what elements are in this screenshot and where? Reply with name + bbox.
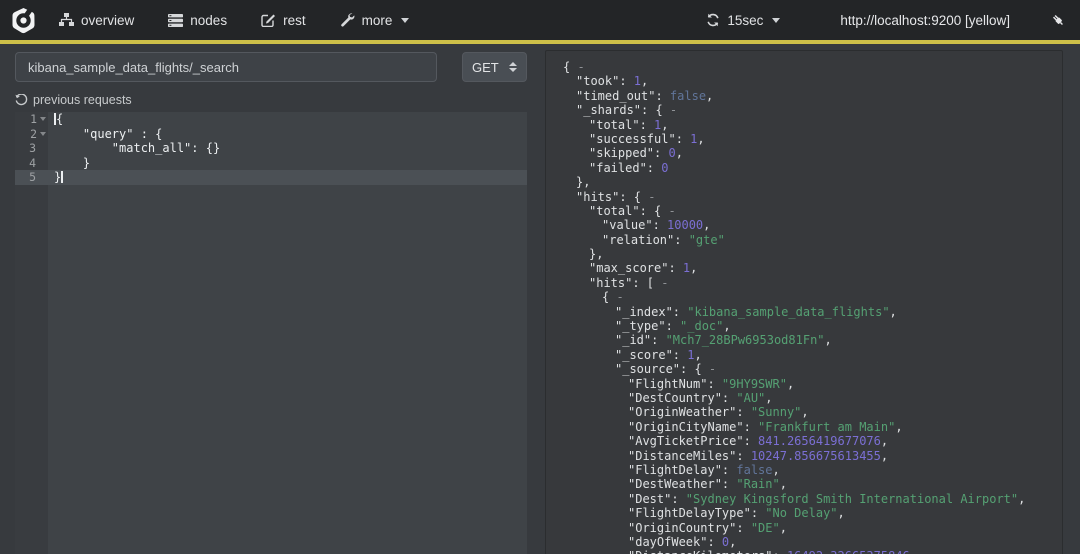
chevron-down-icon — [401, 17, 410, 23]
editor-line-text: } — [54, 155, 91, 170]
response-line: "Dest": "Sydney Kingsford Smith Internat… — [628, 491, 1026, 506]
response-line: "FlightNum": "9HY9SWR", — [628, 376, 795, 391]
response-panel[interactable]: { - "took": 1, "timed_out": false, "_shards… — [545, 50, 1063, 554]
disconnect-button[interactable] — [1050, 12, 1066, 28]
previous-requests-link[interactable]: previous requests — [15, 93, 132, 107]
editor-line-text: { — [54, 112, 64, 126]
method-select-value: GET — [472, 59, 499, 75]
response-line: "relation": "gte" — [602, 232, 725, 247]
editor-line-text: "query" : { — [54, 126, 163, 141]
editor-line-number: 1 — [15, 112, 48, 127]
nav-item-label: rest — [283, 12, 306, 28]
editor-line-number: 4 — [29, 155, 36, 170]
response-line: { - — [563, 60, 585, 74]
response-line: "DistanceMiles": 10247.856675613455, — [628, 448, 889, 463]
sitemap-icon — [59, 13, 74, 27]
response-body: { - "took": 1, "timed_out": false, "_shards… — [563, 60, 1062, 554]
response-line: "OriginWeather": "Sunny", — [628, 405, 809, 420]
text-cursor — [61, 171, 64, 183]
response-line: "max_score": 1, — [589, 261, 698, 276]
plug-icon — [1052, 14, 1063, 25]
response-line: "_score": 1, — [615, 347, 702, 362]
editor-line: 3 "match_all": {} — [15, 141, 527, 156]
response-line: "_index": "kibana_sample_data_flights", — [615, 304, 897, 319]
response-line: "dayOfWeek": 0, — [628, 534, 737, 549]
previous-requests-label: previous requests — [33, 93, 132, 107]
history-icon — [15, 93, 28, 107]
cluster-host-status[interactable]: http://localhost:9200 [yellow] — [840, 13, 1010, 28]
cerebro-logo-icon — [12, 7, 35, 33]
response-line: "failed": 0 — [589, 160, 669, 175]
refresh-icon — [706, 13, 720, 27]
response-line: "DestCountry": "AU", — [628, 390, 773, 405]
response-line: }, — [589, 247, 604, 262]
editor-line: 5} — [15, 170, 527, 185]
response-line: "_shards": { - — [576, 103, 678, 118]
response-line: "OriginCityName": "Frankfurt am Main", — [628, 419, 903, 434]
response-line: "hits": { - — [576, 189, 656, 204]
editor-line-text: } — [54, 170, 64, 184]
response-line: "total": 1, — [589, 117, 669, 132]
rest-page: GET previous requests 1{2 "query" : {3 "… — [0, 44, 1080, 554]
nav-item-label: overview — [81, 12, 135, 28]
editor-line-number: 5 — [29, 170, 36, 184]
wrench-icon — [340, 13, 355, 27]
response-line: "AvgTicketPrice": 841.2656419677076, — [628, 434, 889, 449]
response-line: "FlightDelay": false, — [628, 462, 780, 477]
response-line: "_id": "Mch7_28BPw6953od81Fn", — [615, 333, 832, 348]
editor-line-text: "match_all": {} — [54, 141, 221, 155]
request-editor[interactable]: 1{2 "query" : {3 "match_all": {} 4 } 5} — [15, 112, 527, 554]
response-line: "hits": [ - — [589, 275, 669, 290]
response-line: "_source": { - — [615, 362, 717, 377]
method-select[interactable]: GET — [462, 52, 527, 82]
response-line: }, — [576, 175, 591, 190]
response-line: "timed_out": false, — [576, 88, 714, 103]
top-navbar: overview nodes rest more 15sec http://lo… — [0, 0, 1080, 40]
chevron-down-icon — [772, 17, 781, 23]
nav-item-label: more — [361, 12, 393, 28]
response-line: "skipped": 0, — [589, 146, 683, 161]
response-line: "OriginCountry": "DE", — [628, 520, 787, 535]
cerebro-logo[interactable] — [10, 7, 37, 34]
nav-item-overview[interactable]: overview — [59, 13, 134, 28]
response-line: { - — [602, 290, 624, 305]
response-line: "took": 1, — [576, 74, 649, 89]
nav-item-more[interactable]: more — [340, 13, 410, 28]
editor-line: 2 "query" : { — [15, 127, 527, 142]
response-line: "_type": "_doc", — [615, 319, 731, 334]
response-line: "value": 10000, — [602, 218, 711, 233]
response-line: "DistanceKilometers": 16492.32665375846, — [563, 549, 1062, 554]
nav-item-label: nodes — [190, 12, 228, 28]
refresh-interval-select[interactable]: 15sec — [706, 12, 781, 28]
nav-item-nodes[interactable]: nodes — [168, 13, 227, 28]
editor-line: 1{ — [15, 112, 527, 127]
request-path-input[interactable] — [15, 52, 437, 82]
editor-line-number: 2 — [15, 127, 48, 142]
editor-line-number: 3 — [29, 141, 36, 155]
refresh-interval-value: 15sec — [727, 12, 764, 28]
select-updown-icon — [509, 62, 517, 72]
fold-caret-icon[interactable] — [40, 117, 46, 122]
editor-line: 4 } — [15, 156, 527, 171]
nav-item-rest[interactable]: rest — [261, 13, 306, 28]
response-line: "total": { - — [589, 203, 676, 218]
pencil-square-icon — [261, 13, 276, 27]
response-line: "DestWeather": "Rain", — [628, 477, 787, 492]
response-line: "successful": 1, — [589, 131, 705, 146]
server-list-icon — [168, 13, 184, 27]
fold-caret-icon[interactable] — [40, 131, 46, 136]
response-line: "FlightDelayType": "No Delay", — [628, 506, 845, 521]
